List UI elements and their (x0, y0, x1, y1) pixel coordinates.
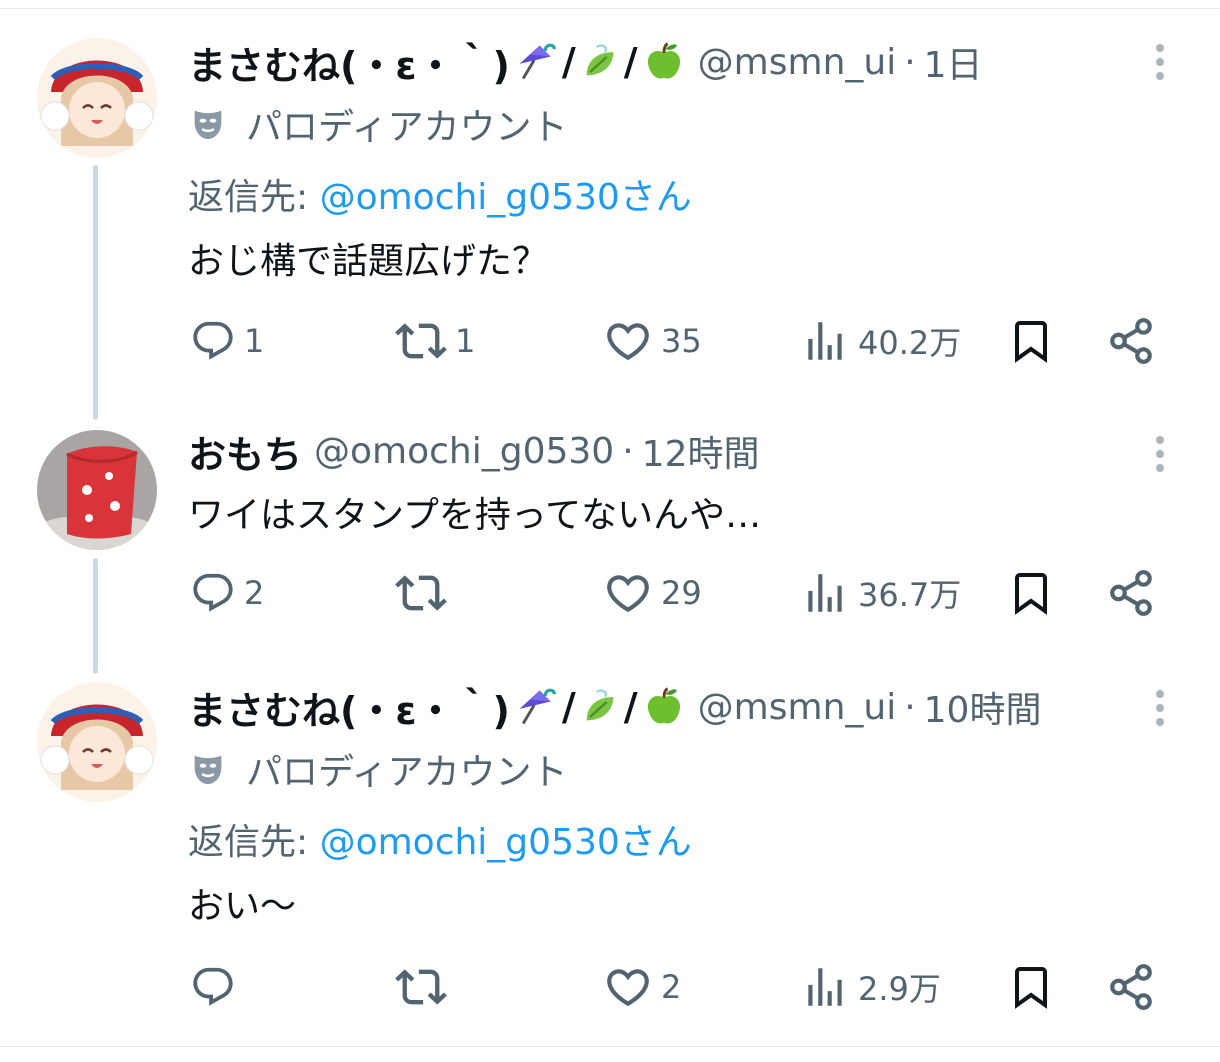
tweet-header: おもち @omochi_g0530 · 12時間 (188, 424, 760, 479)
reply-count: 1 (244, 322, 265, 360)
user-handle[interactable]: @omochi_g0530 (314, 431, 614, 472)
share-button[interactable] (1106, 957, 1156, 1017)
view-count: 36.7万 (858, 576, 962, 614)
parody-label-text: パロディアカウント (246, 752, 568, 793)
action-bar: 1 1 35 40.2万 (0, 311, 1220, 371)
user-handle[interactable]: @msmn_ui (698, 42, 897, 83)
retweet-icon (395, 315, 447, 367)
like-icon (603, 568, 653, 618)
reply-icon (190, 570, 236, 616)
bookmark-icon (1007, 317, 1055, 365)
display-name[interactable]: おもち (188, 424, 302, 479)
tweet-text: おじ構で話題広げた？ (188, 241, 549, 282)
reply-prefix: 返信先: (188, 822, 320, 863)
retweet-icon (395, 961, 447, 1013)
bookmark-button[interactable] (1007, 563, 1055, 623)
user-avatar[interactable] (37, 38, 157, 158)
reply-button[interactable] (190, 957, 244, 1017)
retweet-icon (395, 567, 447, 619)
user-avatar[interactable] (37, 682, 157, 802)
green-apple-emoji-icon (642, 685, 686, 729)
leaf-emoji-icon (580, 687, 620, 727)
green-apple-emoji-icon (642, 40, 686, 84)
reply-icon (190, 964, 236, 1010)
action-bar: 2 29 36.7万 (0, 563, 1220, 623)
reply-to-link[interactable]: @omochi_g0530さん (320, 822, 692, 863)
reply-context: 返信先: @omochi_g0530さん (188, 168, 692, 220)
reply-to-link[interactable]: @omochi_g0530さん (320, 177, 692, 218)
like-button[interactable]: 2 (603, 957, 681, 1017)
bottom-divider (0, 1046, 1220, 1047)
bookmark-icon (1007, 569, 1055, 617)
views-icon (800, 316, 850, 366)
retweet-count: 1 (455, 322, 476, 360)
reply-button[interactable]: 2 (190, 563, 264, 623)
display-name[interactable]: まさむね(・ε・｀) (188, 35, 510, 90)
reply-context: 返信先: @omochi_g0530さん (188, 813, 692, 865)
tweet-header: まさむね(・ε・｀) / / @msmn_ui · 10時間 (188, 680, 1042, 735)
more-icon[interactable] (1150, 686, 1170, 726)
views-button[interactable]: 2.9万 (800, 957, 941, 1017)
tweet[interactable]: おもち @omochi_g0530 · 12時間 ワイはスタンプを持ってないんや… (0, 400, 1220, 660)
umbrella-emoji-icon (514, 685, 558, 729)
leaf-emoji-icon (580, 42, 620, 82)
like-button[interactable]: 35 (603, 311, 702, 371)
share-icon (1106, 962, 1156, 1012)
user-handle[interactable]: @msmn_ui (698, 687, 897, 728)
separator: · (622, 430, 634, 472)
view-count: 2.9万 (858, 970, 941, 1008)
reply-prefix: 返信先: (188, 177, 320, 218)
views-icon (800, 962, 850, 1012)
more-icon[interactable] (1150, 432, 1170, 472)
tweet-text: おい〜 (188, 886, 297, 927)
like-count: 29 (661, 574, 702, 612)
reply-icon (190, 318, 236, 364)
separator: · (904, 686, 916, 728)
share-icon (1106, 316, 1156, 366)
tweet[interactable]: まさむね(・ε・｀) / / @msmn_ui · 1日 パロディアカウント 返… (0, 0, 1220, 400)
bookmark-button[interactable] (1007, 311, 1055, 371)
retweet-button[interactable] (395, 957, 455, 1017)
more-icon[interactable] (1150, 40, 1170, 80)
reply-count: 2 (244, 574, 265, 612)
share-button[interactable] (1106, 563, 1156, 623)
views-button[interactable]: 36.7万 (800, 563, 961, 623)
retweet-button[interactable]: 1 (395, 311, 475, 371)
share-icon (1106, 568, 1156, 618)
tweet[interactable]: まさむね(・ε・｀) / / @msmn_ui · 10時間 パロディアカウント… (0, 660, 1220, 1046)
umbrella-emoji-icon (514, 40, 558, 84)
action-bar: 2 2.9万 (0, 957, 1220, 1017)
views-icon (800, 568, 850, 618)
reply-button[interactable]: 1 (190, 311, 264, 371)
like-button[interactable]: 29 (603, 563, 702, 623)
tweet-text: ワイはスタンプを持ってないんや… (188, 495, 762, 536)
user-avatar[interactable] (37, 430, 157, 550)
bookmark-icon (1007, 963, 1055, 1011)
like-icon (603, 316, 653, 366)
timestamp[interactable]: 10時間 (924, 681, 1042, 733)
like-count: 35 (661, 322, 702, 360)
parody-label-text: パロディアカウント (246, 107, 568, 148)
parody-label: パロディアカウント (188, 746, 568, 793)
parody-label: パロディアカウント (188, 101, 568, 148)
like-count: 2 (661, 968, 682, 1006)
view-count: 40.2万 (858, 324, 962, 362)
share-button[interactable] (1106, 311, 1156, 371)
separator: · (904, 41, 916, 83)
display-name[interactable]: まさむね(・ε・｀) (188, 680, 510, 735)
tweet-header: まさむね(・ε・｀) / / @msmn_ui · 1日 (188, 35, 983, 90)
like-icon (603, 962, 653, 1012)
bookmark-button[interactable] (1007, 957, 1055, 1017)
parody-mask-icon (188, 749, 228, 789)
retweet-button[interactable] (395, 563, 455, 623)
timestamp[interactable]: 12時間 (642, 425, 760, 477)
views-button[interactable]: 40.2万 (800, 311, 961, 371)
timestamp[interactable]: 1日 (924, 36, 983, 88)
parody-mask-icon (188, 104, 228, 144)
